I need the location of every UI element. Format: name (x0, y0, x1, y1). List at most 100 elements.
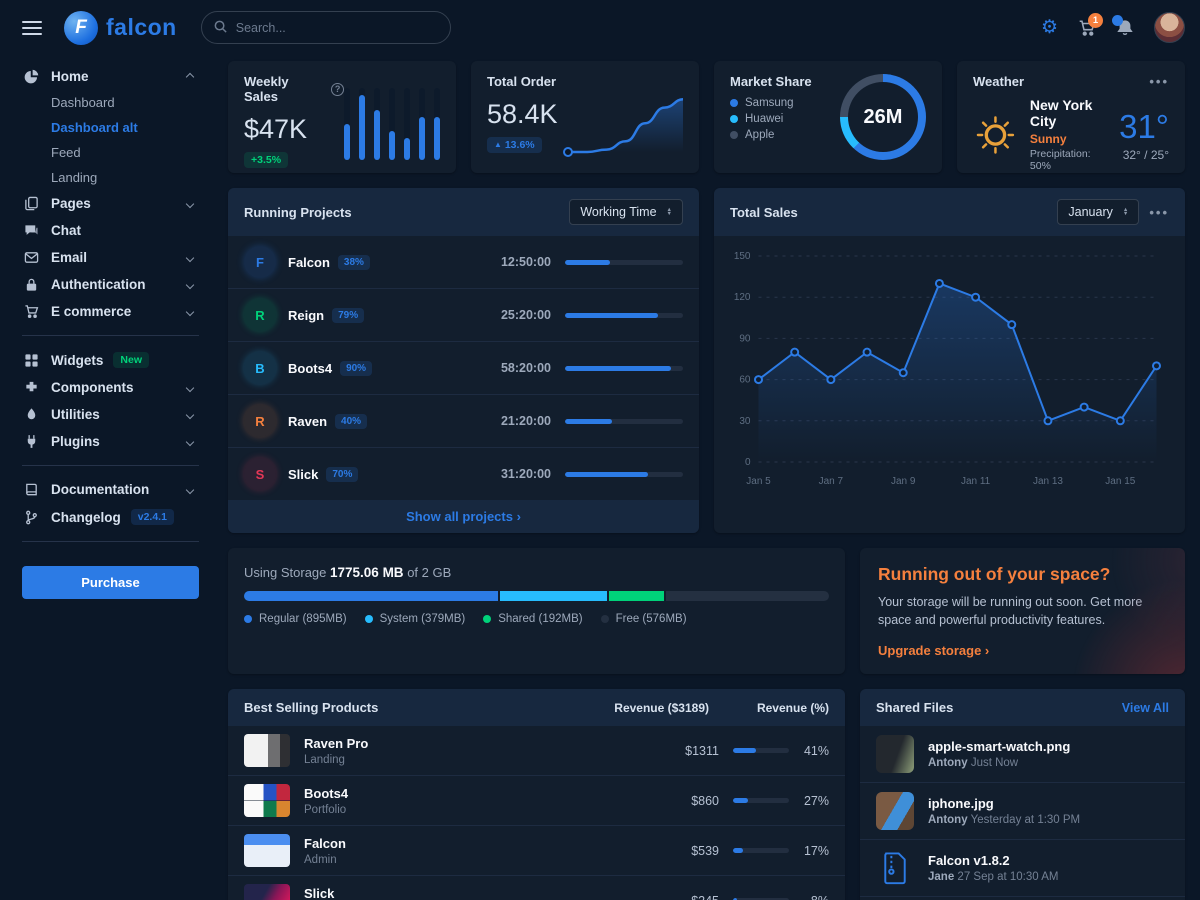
product-row[interactable]: Slick Builder $245 8% (228, 875, 845, 900)
file-time: 27 Sep at 10:30 AM (957, 871, 1058, 883)
sidebar-divider (22, 541, 199, 542)
weather-precipitation: Precipitation: 50% (1030, 148, 1107, 172)
sidebar-item-plugins[interactable]: Plugins (22, 428, 199, 455)
help-icon[interactable]: ? (331, 83, 344, 96)
month-select[interactable]: January ▲▼ (1057, 199, 1139, 225)
project-row[interactable]: B Boots4 90% 58:20:00 (228, 341, 699, 394)
shared-file-item[interactable]: apple-smart-watch.png Antony Just Now (860, 726, 1185, 782)
product-category[interactable]: Admin (304, 854, 346, 866)
file-name: iphone.jpg (928, 796, 1080, 811)
view-all-link[interactable]: View All (1122, 701, 1169, 715)
total-sales-menu-icon[interactable]: ••• (1149, 205, 1169, 220)
weekly-sales-bar (374, 88, 380, 160)
project-progress-bar (565, 260, 683, 265)
select-arrows-icon: ▲▼ (1123, 208, 1128, 217)
search-input[interactable] (201, 11, 451, 44)
sidebar-subitem-feed[interactable]: Feed (22, 140, 199, 165)
project-row[interactable]: R Reign 79% 25:20:00 (228, 288, 699, 341)
brand-name: falcon (106, 14, 177, 41)
product-category[interactable]: Portfolio (304, 804, 348, 816)
market-share-card: Market Share Samsung Huawei Apple 26M (714, 61, 942, 173)
upgrade-storage-link[interactable]: Upgrade storage › (878, 643, 989, 658)
sidebar-item-email[interactable]: Email (22, 244, 199, 271)
project-avatar: S (244, 458, 276, 490)
svg-text:90: 90 (739, 333, 751, 344)
purchase-button[interactable]: Purchase (22, 566, 199, 599)
shared-file-item[interactable]: Falcon v1.8.2 Jane 27 Sep at 10:30 AM (860, 839, 1185, 896)
falcon-logo-icon: F (64, 11, 98, 45)
sidebar-item-chat[interactable]: Chat (22, 217, 199, 244)
sidebar-item-documentation[interactable]: Documentation (22, 476, 199, 503)
project-row[interactable]: R Raven 40% 21:20:00 (228, 394, 699, 447)
total-order-value: 58.4K (487, 99, 558, 130)
market-share-title: Market Share (730, 74, 812, 89)
sidebar-item-pages[interactable]: Pages (22, 190, 199, 217)
weather-temp-range: 32° / 25° (1119, 148, 1169, 162)
total-sales-card: Total Sales January ▲▼ ••• 0306090120150… (714, 188, 1185, 533)
sidebar-subitem-dashboard[interactable]: Dashboard (22, 90, 199, 115)
shared-files-card: Shared Files View All apple-smart-watch.… (860, 689, 1185, 900)
settings-gear-icon[interactable]: ⚙ (1041, 18, 1058, 37)
sidebar-item-authentication[interactable]: Authentication (22, 271, 199, 298)
legend-item: Apple (730, 129, 812, 141)
total-sales-title: Total Sales (730, 205, 798, 220)
product-row[interactable]: Falcon Admin $539 17% (228, 825, 845, 875)
sidebar-subitem-dashboard-alt[interactable]: Dashboard alt (22, 115, 199, 140)
project-avatar: R (244, 299, 276, 331)
cart-icon[interactable]: 1 (1078, 19, 1096, 37)
sidebar-item-home[interactable]: Home (22, 63, 199, 90)
market-share-center-value: 26M (840, 74, 926, 160)
file-name: apple-smart-watch.png (928, 739, 1070, 754)
legend-label: Apple (745, 129, 774, 141)
lock-icon (24, 277, 41, 292)
project-name: Boots4 (288, 361, 332, 376)
cart-badge: 1 (1088, 13, 1103, 28)
sidebar-item-e-commerce[interactable]: E commerce (22, 298, 199, 325)
product-row[interactable]: Boots4 Portfolio $860 27% (228, 775, 845, 825)
storage-segment-regular (244, 591, 498, 601)
show-all-projects-link[interactable]: Show all projects › (406, 509, 521, 524)
search-box (201, 11, 451, 44)
project-name: Slick (288, 467, 318, 482)
project-time: 25:20:00 (501, 308, 551, 322)
weather-condition: Sunny (1030, 132, 1107, 146)
promo-body: Your storage will be running out soon. G… (878, 593, 1148, 629)
legend-item: Regular (895MB) (244, 613, 347, 625)
project-progress-bar (565, 419, 683, 424)
storage-segment-system (500, 591, 607, 601)
legend-item: Free (576MB) (601, 613, 687, 625)
product-category[interactable]: Landing (304, 754, 368, 766)
user-avatar[interactable] (1154, 12, 1185, 43)
sidebar-subitem-landing[interactable]: Landing (22, 165, 199, 190)
legend-label: Free (576MB) (616, 613, 687, 625)
best-selling-products-card: Best Selling Products Revenue ($3189) Re… (228, 689, 845, 900)
sidebar-item-changelog[interactable]: Changelogv2.4.1 (22, 503, 199, 531)
falcon-logo[interactable]: F falcon (64, 11, 177, 45)
weather-menu-icon[interactable]: ••• (1149, 74, 1169, 89)
working-time-select[interactable]: Working Time ▲▼ (569, 199, 683, 225)
svg-text:0: 0 (745, 457, 751, 468)
project-row[interactable]: S Slick 70% 31:20:00 (228, 447, 699, 500)
product-name: Raven Pro (304, 736, 368, 751)
running-projects-title: Running Projects (244, 205, 352, 220)
project-avatar: F (244, 246, 276, 278)
legend-label: Shared (192MB) (498, 613, 582, 625)
svg-text:60: 60 (739, 375, 751, 386)
shared-file-item[interactable]: iphone.jpg Antony Yesterday at 1:30 PM (860, 782, 1185, 839)
shared-file-item[interactable]: iMac.jpg Rowen 23 Sep at 6:10 PM (860, 896, 1185, 900)
project-avatar: B (244, 352, 276, 384)
hamburger-menu-icon[interactable] (22, 21, 42, 35)
project-time: 58:20:00 (501, 361, 551, 375)
notifications-bell-icon[interactable] (1116, 19, 1134, 37)
project-progress-bar (565, 366, 683, 371)
sidebar-item-utilities[interactable]: Utilities (22, 401, 199, 428)
product-progress-bar (733, 798, 789, 803)
running-projects-card: Running Projects Working Time ▲▼ F Falco… (228, 188, 699, 533)
sidebar-item-components[interactable]: Components (22, 374, 199, 401)
product-revenue: $245 (614, 894, 719, 900)
project-row[interactable]: F Falcon 38% 12:50:00 (228, 236, 699, 288)
sidebar-item-widgets[interactable]: WidgetsNew (22, 346, 199, 374)
chevron-down-icon (186, 485, 194, 493)
product-progress-bar (733, 748, 789, 753)
product-row[interactable]: Raven Pro Landing $1311 41% (228, 726, 845, 775)
